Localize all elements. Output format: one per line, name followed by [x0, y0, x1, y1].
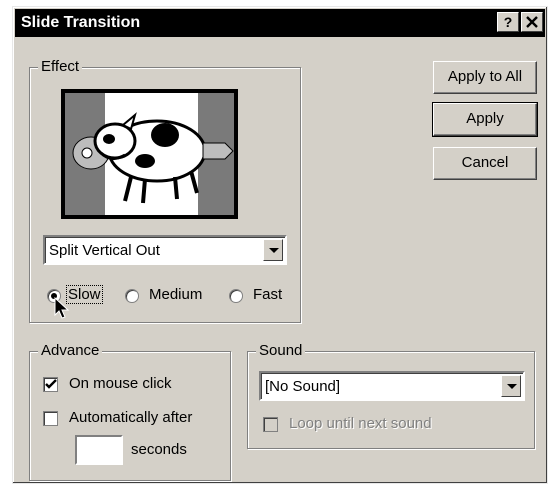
close-button[interactable]: [521, 12, 543, 32]
speed-fast-label[interactable]: Fast: [253, 286, 282, 303]
sound-select-value: [No Sound]: [265, 378, 341, 395]
title-bar: Slide Transition ?: [15, 9, 545, 37]
apply-button[interactable]: Apply: [432, 102, 538, 137]
effect-legend: Effect: [38, 58, 83, 75]
cancel-button[interactable]: Cancel: [433, 147, 537, 180]
speed-slow-label[interactable]: Slow: [66, 285, 103, 304]
on-mouse-click-checkbox[interactable]: [43, 377, 58, 392]
cow-preview-image: [65, 93, 234, 215]
automatically-after-label[interactable]: Automatically after: [69, 409, 192, 426]
checkmark-icon: [44, 379, 57, 389]
seconds-label: seconds: [131, 441, 187, 458]
close-icon: [526, 16, 538, 28]
speed-medium-radio[interactable]: [125, 289, 139, 303]
effect-select-value: Split Vertical Out: [49, 242, 160, 259]
effect-select[interactable]: Split Vertical Out: [43, 235, 287, 265]
on-mouse-click-label[interactable]: On mouse click: [69, 375, 172, 392]
seconds-input[interactable]: [75, 435, 123, 465]
loop-sound-label: Loop until next sound: [289, 415, 432, 432]
dialog-title: Slide Transition: [21, 14, 141, 31]
sound-legend: Sound: [256, 342, 306, 359]
help-button[interactable]: ?: [497, 12, 519, 32]
sound-select[interactable]: [No Sound]: [259, 371, 525, 401]
mouse-cursor-icon: [54, 297, 70, 319]
apply-to-all-button[interactable]: Apply to All: [433, 61, 537, 94]
speed-medium-label[interactable]: Medium: [149, 286, 202, 303]
loop-sound-checkbox[interactable]: [263, 417, 278, 432]
chevron-down-icon[interactable]: [263, 239, 283, 261]
slide-transition-dialog: Slide Transition ? Effect Split Vertical…: [12, 6, 548, 484]
transition-preview: [61, 89, 238, 219]
automatically-after-checkbox[interactable]: [43, 411, 58, 426]
chevron-down-icon[interactable]: [501, 375, 521, 397]
speed-fast-radio[interactable]: [229, 289, 243, 303]
advance-legend: Advance: [38, 342, 103, 359]
